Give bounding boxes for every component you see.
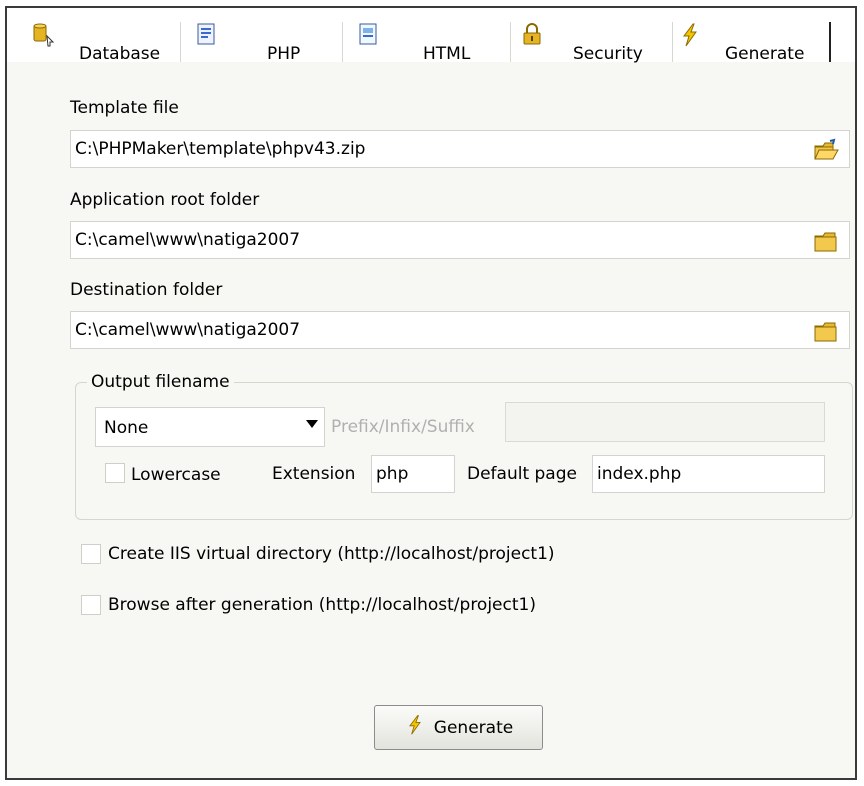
default-page-input[interactable]: index.php (592, 455, 825, 493)
app-root-value: C:\camel\www\natiga2007 (75, 230, 301, 250)
tab-database[interactable]: Database (31, 22, 181, 64)
destination-input[interactable]: C:\camel\www\natiga2007 (70, 311, 850, 349)
output-mode-value: None (104, 418, 149, 438)
lightning-icon (404, 714, 426, 741)
lightning-icon (677, 22, 703, 48)
template-file-value: C:\PHPMaker\template\phpv43.zip (75, 139, 366, 159)
generate-button-label: Generate (433, 717, 514, 738)
tab-php[interactable]: PHP (193, 22, 343, 64)
folder-icon[interactable] (813, 319, 839, 345)
browse-checkbox[interactable] (81, 595, 101, 615)
tab-generate[interactable]: Generate (677, 22, 831, 64)
output-mode-select[interactable]: None (95, 407, 325, 447)
extension-value: php (376, 464, 409, 484)
destination-label: Destination folder (70, 280, 223, 300)
destination-value: C:\camel\www\natiga2007 (75, 320, 301, 340)
template-file-label: Template file (70, 98, 179, 118)
generate-panel: Database PHP HTML Security Generate Temp… (5, 6, 857, 780)
prefix-input (505, 402, 825, 442)
database-icon (31, 22, 57, 48)
tab-generate-label: Generate (725, 44, 805, 64)
tab-database-label: Database (79, 44, 161, 64)
extension-label: Extension (272, 464, 356, 484)
tab-bar: Database PHP HTML Security Generate (7, 8, 855, 64)
php-file-icon (193, 22, 219, 48)
tab-html-label: HTML (423, 44, 471, 64)
template-file-input[interactable]: C:\PHPMaker\template\phpv43.zip (70, 130, 850, 168)
default-page-value: index.php (597, 464, 682, 484)
app-root-input[interactable]: C:\camel\www\natiga2007 (70, 221, 850, 259)
tab-security-label: Security (573, 44, 643, 64)
lock-icon (519, 22, 545, 48)
app-root-label: Application root folder (70, 190, 260, 210)
lowercase-checkbox[interactable] (105, 463, 125, 483)
open-folder-icon[interactable] (813, 138, 839, 164)
browse-label: Browse after generation (http://localhos… (108, 595, 536, 615)
iis-label: Create IIS virtual directory (http://loc… (108, 544, 555, 564)
tab-html[interactable]: HTML (355, 22, 511, 64)
prefix-label: Prefix/Infix/Suffix (331, 417, 475, 437)
default-page-label: Default page (467, 464, 577, 484)
html-file-icon (355, 22, 381, 48)
dropdown-arrow-icon (306, 420, 318, 428)
folder-icon[interactable] (813, 229, 839, 255)
output-filename-legend: Output filename (87, 372, 234, 392)
lowercase-label: Lowercase (131, 465, 221, 485)
extension-input[interactable]: php (371, 455, 455, 493)
tab-php-label: PHP (267, 44, 301, 64)
generate-button[interactable]: Generate (374, 705, 543, 750)
iis-checkbox[interactable] (81, 544, 101, 564)
tab-security[interactable]: Security (519, 22, 673, 64)
